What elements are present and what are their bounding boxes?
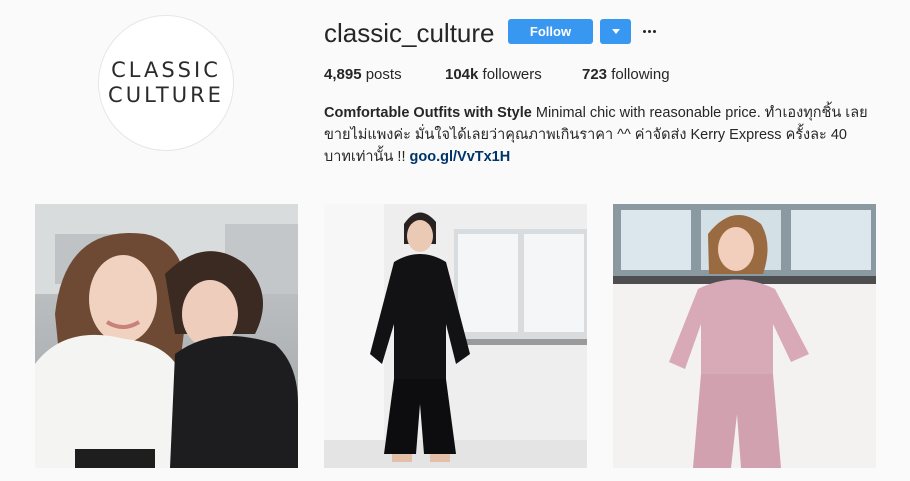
followers-label: followers [482,66,542,83]
posts-label: posts [365,66,402,83]
followers-stat[interactable]: 104k followers [445,66,542,84]
posts-count: 4,895 [324,66,362,83]
following-stat[interactable]: 723 following [582,66,670,84]
follow-button[interactable]: Follow [508,19,593,44]
post-thumbnail-1[interactable] [35,204,298,468]
following-label: following [611,66,670,83]
profile-bio: Comfortable Outfits with Style Minimal c… [324,102,872,168]
post-image-1 [35,204,298,468]
bio-title: Comfortable Outfits with Style [324,105,532,121]
chevron-down-icon [611,29,620,34]
more-options-icon[interactable] [639,20,659,42]
avatar-logo-line2: CULTURE [108,83,224,107]
posts-stat: 4,895 posts [324,66,402,84]
bio-link[interactable]: goo.gl/VvTx1H [410,149,511,165]
profile-avatar[interactable]: CLASSIC CULTURE [98,15,234,151]
profile-username: classic_culture [324,18,495,48]
post-image-2 [324,204,587,468]
post-thumbnail-2[interactable] [324,204,587,468]
post-thumbnail-3[interactable] [613,204,876,468]
avatar-logo-line1: CLASSIC [111,58,221,82]
suggestions-dropdown-button[interactable] [600,19,631,44]
post-image-3 [613,204,876,468]
followers-count: 104k [445,66,479,83]
following-count: 723 [582,66,608,83]
